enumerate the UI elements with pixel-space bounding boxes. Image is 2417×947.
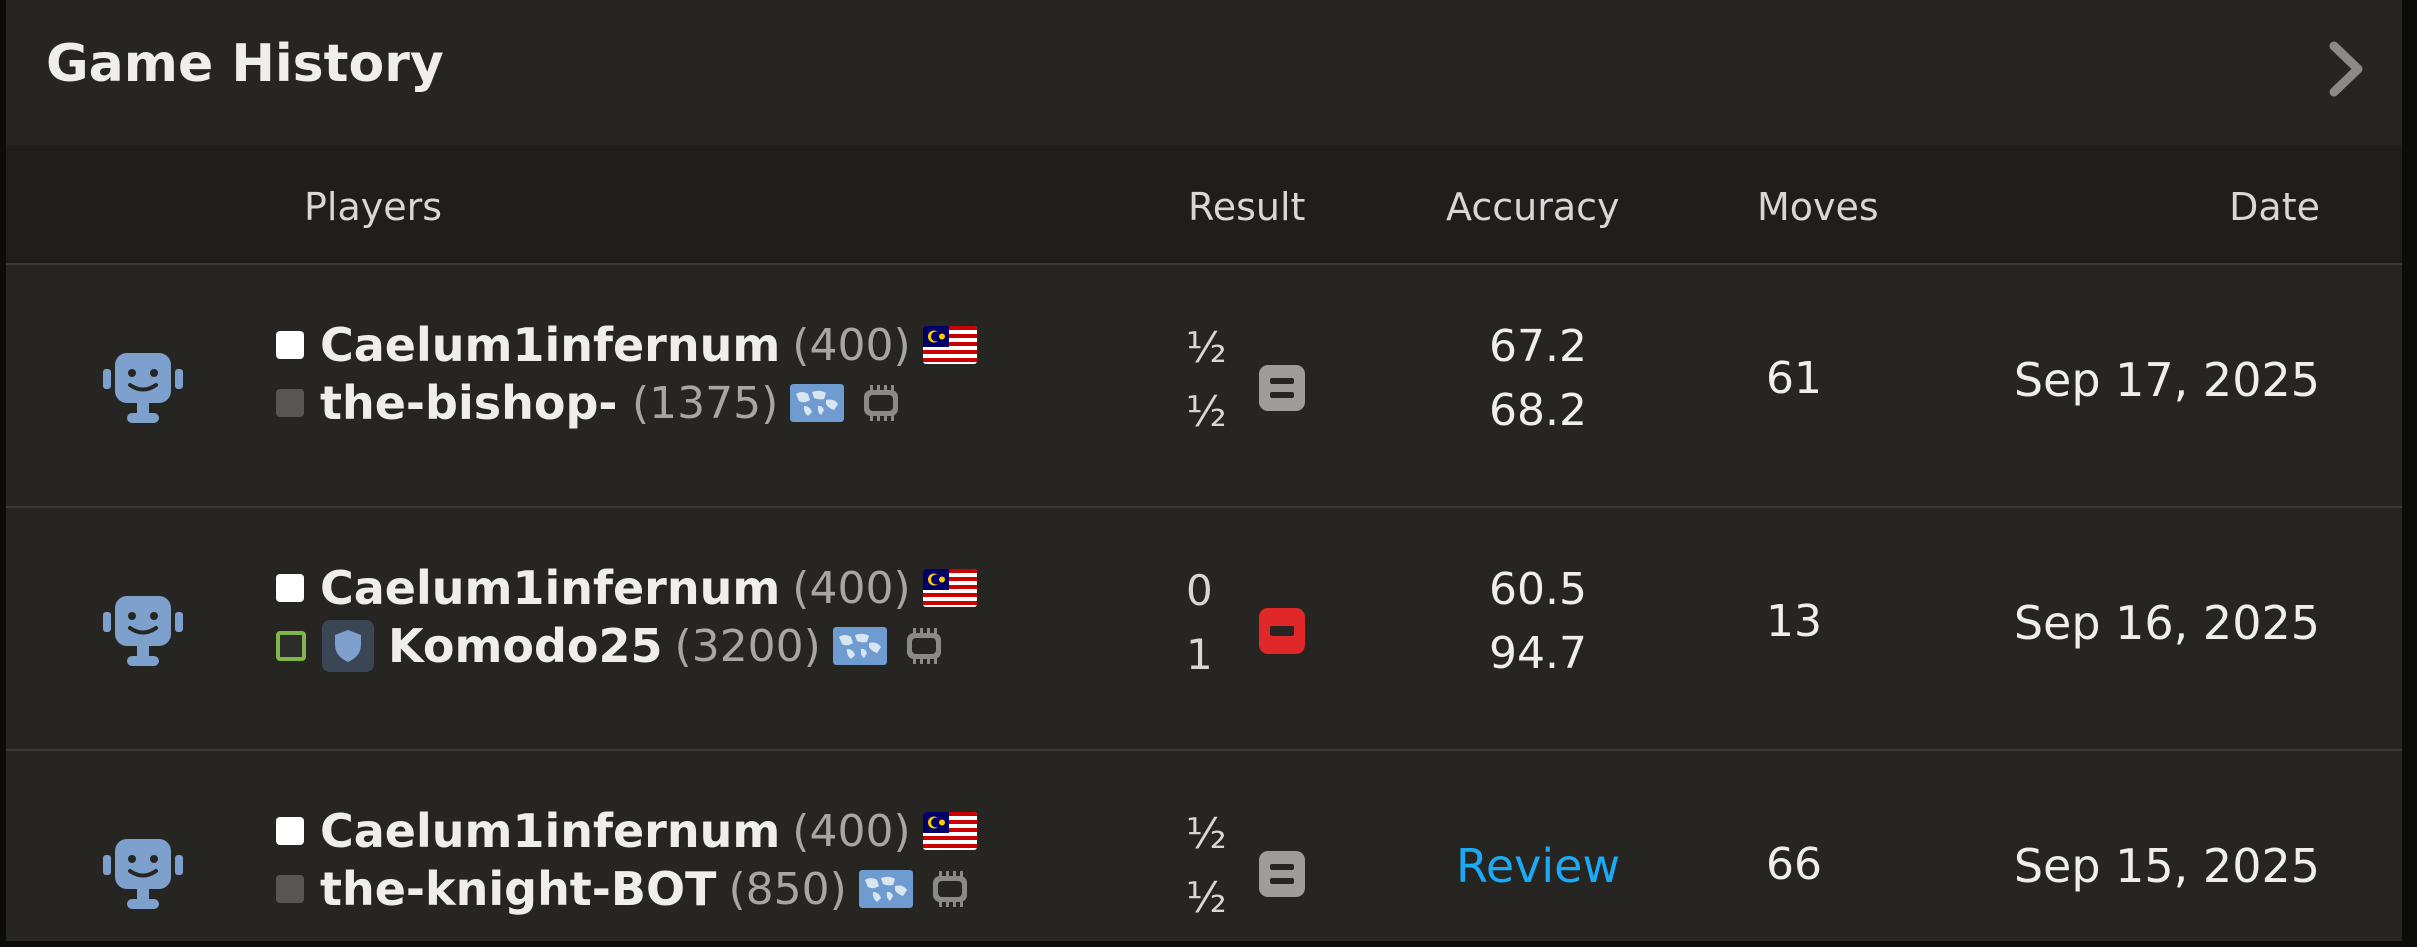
move-count: 61 [1766,353,1822,404]
white-score: ½ [1186,323,1227,372]
international-flag-icon [833,627,887,665]
white-piece-icon [276,574,304,602]
player-rating: (850) [728,863,847,915]
player-rating: (400) [792,805,911,857]
black-piece-icon [276,389,304,417]
draw-result-icon [1259,851,1305,897]
game-history-panel: Game History Players Result Accuracy Mov… [6,0,2402,941]
black-player: the-knight-BOT (850) [276,861,973,917]
player-name[interactable]: Komodo25 [388,619,663,673]
move-count: 13 [1766,596,1822,647]
player-rating: (400) [792,319,911,371]
game-date: Sep 16, 2025 [2013,596,2320,650]
white-player: Caelum1infernum (400) [276,317,977,373]
white-piece-icon [276,331,304,359]
game-row[interactable]: Caelum1infernum (400) Komodo25 (3200) 0 … [6,506,2402,751]
game-row[interactable]: Caelum1infernum (400) the-bishop-… (1375… [6,263,2402,508]
white-score: 0 [1186,566,1213,615]
table-header: Players Result Accuracy Moves Date [6,145,2402,263]
malaysia-flag-icon [923,812,977,850]
game-date: Sep 15, 2025 [2013,839,2320,893]
winner-piece-icon [276,631,306,661]
column-header-result: Result [1188,185,1306,229]
review-link[interactable]: Review [1438,839,1638,893]
panel-title: Game History [46,34,444,94]
international-flag-icon [790,384,844,422]
black-score: 1 [1186,630,1213,679]
player-rating: (1375) [632,377,779,429]
cpu-icon [927,870,973,908]
game-row[interactable]: Caelum1infernum (400) the-knight-BOT (85… [6,749,2402,941]
bot-icon [101,592,185,668]
black-score: ½ [1186,387,1227,436]
white-player: Caelum1infernum (400) [276,803,977,859]
black-score: ½ [1186,873,1227,922]
column-header-date: Date [2229,185,2320,229]
shield-icon [322,620,374,672]
malaysia-flag-icon [923,569,977,607]
white-player: Caelum1infernum (400) [276,560,977,616]
white-accuracy: 60.5 [1489,564,1587,615]
black-piece-icon [276,875,304,903]
black-player: Komodo25 (3200) [276,618,947,674]
column-header-accuracy: Accuracy [1446,185,1620,229]
black-accuracy: 68.2 [1489,385,1587,436]
player-rating: (3200) [674,620,821,672]
player-name[interactable]: Caelum1infernum [320,561,780,615]
international-flag-icon [859,870,913,908]
player-rating: (400) [792,562,911,614]
column-header-moves: Moves [1757,185,1879,229]
loss-result-icon [1259,608,1305,654]
cpu-icon [858,384,904,422]
panel-header[interactable]: Game History [6,0,2402,145]
white-piece-icon [276,817,304,845]
player-name[interactable]: Caelum1infernum [320,804,780,858]
black-player: the-bishop-… (1375) [276,375,904,431]
player-name[interactable]: the-bishop-… [320,376,620,430]
player-name[interactable]: the-knight-BOT [320,862,716,916]
player-name[interactable]: Caelum1infernum [320,318,780,372]
white-accuracy: 67.2 [1489,321,1587,372]
move-count: 66 [1766,839,1822,890]
chevron-right-icon[interactable] [2324,40,2370,98]
draw-result-icon [1259,365,1305,411]
column-header-players: Players [304,185,443,229]
bot-icon [101,835,185,911]
bot-icon [101,349,185,425]
black-accuracy: 94.7 [1489,628,1587,679]
cpu-icon [901,627,947,665]
white-score: ½ [1186,809,1227,858]
game-date: Sep 17, 2025 [2013,353,2320,407]
malaysia-flag-icon [923,326,977,364]
